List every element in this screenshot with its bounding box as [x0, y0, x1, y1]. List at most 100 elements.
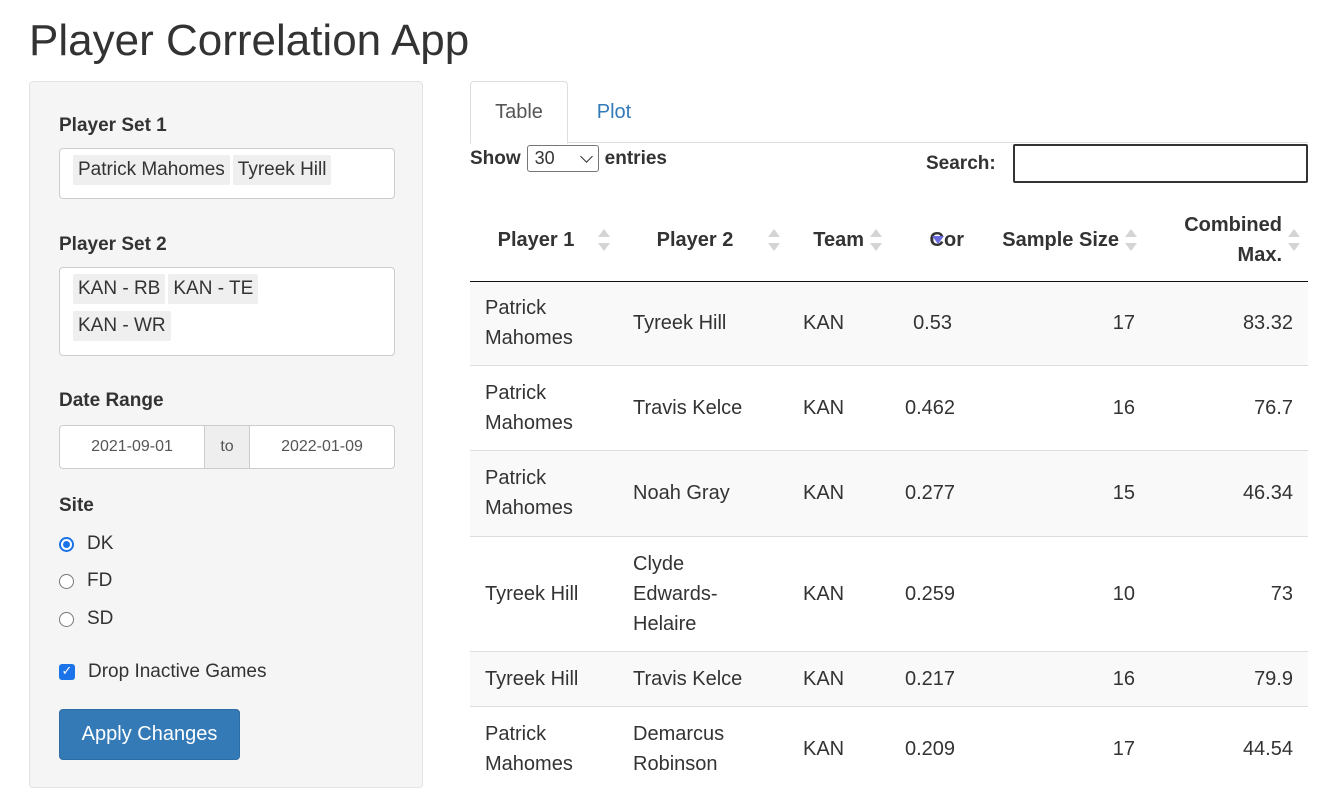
player-set-1-input[interactable]: Patrick Mahomes Tyreek Hill	[59, 148, 395, 199]
cell-player-2: Clyde Edwards-Helaire	[618, 535, 788, 651]
date-range-separator: to	[204, 426, 250, 468]
date-start-input[interactable]: 2021-09-01	[60, 426, 204, 468]
player-set-2-input[interactable]: KAN - RB KAN - TE KAN - WR	[59, 267, 395, 356]
site-option-label: DK	[87, 533, 114, 554]
player-set-2-chip[interactable]: KAN - TE	[168, 274, 259, 304]
column-header-cor[interactable]: Cor	[890, 199, 990, 282]
cell-combined-max: 44.54	[1145, 705, 1308, 791]
cell-combined-max: 76.7	[1145, 364, 1308, 450]
player-set-2-chip[interactable]: KAN - RB	[73, 274, 166, 304]
header-label: Sample Size	[1002, 228, 1119, 251]
tab-table[interactable]: Table	[470, 81, 568, 144]
sort-descending-icon	[932, 236, 944, 244]
column-header-sample-size[interactable]: Sample Size	[990, 199, 1145, 282]
cell-player-1: Patrick Mahomes	[470, 449, 618, 536]
cell-combined-max: 46.34	[1145, 449, 1308, 536]
chevron-down-icon	[579, 149, 593, 163]
player-set-1-chip[interactable]: Patrick Mahomes	[73, 155, 230, 185]
column-header-team[interactable]: Team	[788, 199, 890, 282]
table-row[interactable]: Patrick Mahomes Demarcus Robinson KAN 0.…	[470, 705, 1308, 791]
site-option-sd[interactable]: SD	[59, 608, 113, 630]
site-option-label: FD	[87, 570, 113, 591]
header-label: Player 2	[656, 228, 734, 251]
sort-icon	[598, 228, 610, 252]
cell-cor: 0.217	[890, 650, 990, 706]
cell-player-1: Tyreek Hill	[470, 535, 618, 651]
table-row[interactable]: Patrick Mahomes Noah Gray KAN 0.277 15 4…	[470, 449, 1308, 536]
cell-sample-size: 16	[990, 650, 1145, 706]
cell-combined-max: 83.32	[1145, 281, 1308, 365]
site-option-fd[interactable]: FD	[59, 570, 112, 592]
tab-plot[interactable]: Plot	[574, 81, 654, 144]
date-end-input[interactable]: 2022-01-09	[250, 426, 394, 468]
site-option-dk[interactable]: DK	[59, 533, 113, 555]
header-label: Combined Max.	[1184, 213, 1282, 266]
header-label: Team	[813, 228, 864, 251]
cell-player-2: Travis Kelce	[618, 650, 788, 706]
cell-sample-size: 17	[990, 281, 1145, 365]
cell-sample-size: 16	[990, 364, 1145, 450]
cell-cor: 0.277	[890, 449, 990, 536]
cell-cor: 0.462	[890, 364, 990, 450]
player-set-2-chip[interactable]: KAN - WR	[73, 311, 171, 341]
table-row[interactable]: Tyreek Hill Travis Kelce KAN 0.217 16 79…	[470, 650, 1308, 706]
search-label: Search:	[926, 153, 996, 174]
table-row[interactable]: Tyreek Hill Clyde Edwards-Helaire KAN 0.…	[470, 535, 1308, 651]
radio-unchecked-icon[interactable]	[59, 611, 74, 627]
column-header-combined-max[interactable]: Combined Max.	[1145, 199, 1308, 282]
cell-team: KAN	[788, 449, 890, 536]
show-entries-control: Show 30 entries	[470, 145, 667, 172]
sort-icon	[870, 228, 882, 252]
player-set-1-chip[interactable]: Tyreek Hill	[232, 155, 332, 185]
apply-changes-button[interactable]: Apply Changes	[59, 709, 240, 760]
page-length-select[interactable]: 30	[526, 145, 599, 172]
table-header-row: Player 1 Player 2 Team Cor Sample Size C…	[470, 199, 1308, 282]
cell-cor: 0.209	[890, 705, 990, 791]
page-length-value: 30	[534, 148, 555, 168]
cell-team: KAN	[788, 650, 890, 706]
cell-team: KAN	[788, 535, 890, 651]
radio-unchecked-icon[interactable]	[59, 573, 74, 589]
app-title: Player Correlation App	[29, 16, 470, 65]
tab-bar: Table Plot	[470, 81, 1308, 144]
drop-inactive-label: Drop Inactive Games	[88, 661, 267, 682]
cell-player-1: Tyreek Hill	[470, 650, 618, 706]
player-set-2-label: Player Set 2	[59, 234, 167, 255]
table-row[interactable]: Patrick Mahomes Tyreek Hill KAN 0.53 17 …	[470, 281, 1308, 365]
checkmark-icon[interactable]: ✓	[59, 664, 75, 680]
date-range-label: Date Range	[59, 390, 164, 411]
site-label: Site	[59, 495, 94, 516]
cell-player-1: Patrick Mahomes	[470, 705, 618, 791]
cell-team: KAN	[788, 705, 890, 791]
player-set-1-label: Player Set 1	[59, 115, 167, 136]
cell-combined-max: 79.9	[1145, 650, 1308, 706]
cell-sample-size: 10	[990, 535, 1145, 651]
site-option-label: SD	[87, 608, 114, 629]
cell-combined-max: 73	[1145, 535, 1308, 651]
sort-icon	[1125, 228, 1137, 252]
column-header-player-1[interactable]: Player 1	[470, 199, 618, 282]
search-input[interactable]	[1013, 144, 1308, 183]
entries-label: entries	[604, 147, 667, 169]
cell-team: KAN	[788, 364, 890, 450]
radio-checked-icon[interactable]	[59, 536, 74, 552]
drop-inactive-checkbox[interactable]: ✓ Drop Inactive Games	[59, 661, 266, 683]
cell-cor: 0.259	[890, 535, 990, 651]
header-label: Player 1	[497, 228, 575, 251]
sort-icon	[768, 228, 780, 252]
show-label: Show	[470, 147, 521, 169]
cell-player-2: Demarcus Robinson	[618, 705, 788, 791]
cell-player-1: Patrick Mahomes	[470, 364, 618, 450]
cell-sample-size: 17	[990, 705, 1145, 791]
cell-player-2: Tyreek Hill	[618, 281, 788, 365]
cell-player-2: Travis Kelce	[618, 364, 788, 450]
sidebar-panel: Player Set 1 Patrick Mahomes Tyreek Hill …	[29, 81, 423, 788]
table-row[interactable]: Patrick Mahomes Travis Kelce KAN 0.462 1…	[470, 364, 1308, 450]
sort-icon	[1288, 228, 1300, 252]
cell-team: KAN	[788, 281, 890, 365]
cell-cor: 0.53	[890, 281, 990, 365]
date-range-input: 2021-09-01 to 2022-01-09	[59, 425, 395, 469]
cell-player-1: Patrick Mahomes	[470, 281, 618, 365]
cell-sample-size: 15	[990, 449, 1145, 536]
column-header-player-2[interactable]: Player 2	[618, 199, 788, 282]
